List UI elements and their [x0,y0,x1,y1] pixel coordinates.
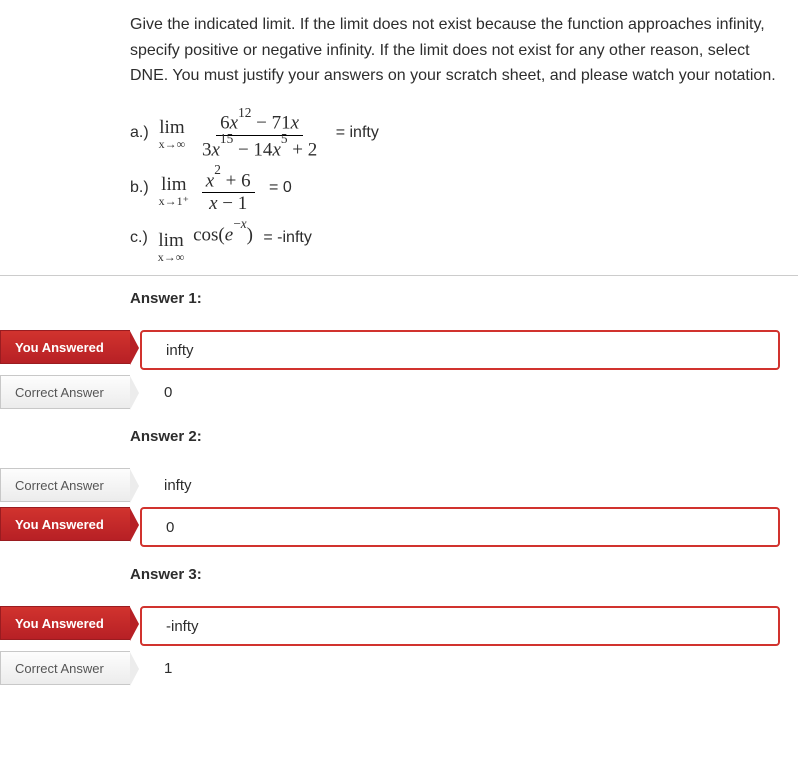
answer-1-correct-value: 0 [140,375,798,409]
part-c: c.) limx→∞ cos(e−x) = -infty [130,218,778,257]
answer-1-heading: Answer 1: [130,290,778,307]
question-prompt: Give the indicated limit. If the limit d… [130,12,778,89]
you-answered-tag: You Answered [0,606,130,640]
correct-answer-tag: Correct Answer [0,375,130,409]
you-answered-tag: You Answered [0,507,130,541]
answer-3-correct-value: 1 [140,651,798,685]
quiz-question-container: Give the indicated limit. If the limit d… [0,0,798,690]
part-b: b.) limx→1⁺ x2 + 6x − 1 = 0 [130,164,778,212]
answer-3-your-row: You Answered -infty [0,606,798,646]
part-b-given: = 0 [265,175,292,201]
answer-1-correct-row: Correct Answer 0 [0,375,798,409]
answer-2-correct-value: infty [140,468,798,502]
part-a: a.) limx→∞ 6x12 − 71x3x15 − 14x5 + 2 = i… [130,107,778,158]
part-a-math: limx→∞ 6x12 − 71x3x15 − 14x5 + 2 [155,107,326,158]
part-c-given: = -infty [259,225,312,251]
answer-2-correct-row: Correct Answer infty [0,468,798,502]
part-a-label: a.) [130,120,149,146]
part-a-given: = infty [331,120,379,146]
part-b-label: b.) [130,175,149,201]
answer-3-heading: Answer 3: [130,566,778,583]
part-c-label: c.) [130,225,148,251]
answer-1-your-row: You Answered infty [0,330,798,370]
question-stem: Give the indicated limit. If the limit d… [0,0,798,275]
correct-answer-tag: Correct Answer [0,468,130,502]
answer-2-heading: Answer 2: [130,428,778,445]
answers-area: Answer 1: You Answered infty Correct Ans… [0,275,798,690]
answer-1-your-value: infty [140,330,780,370]
you-answered-tag: You Answered [0,330,130,364]
question-parts: a.) limx→∞ 6x12 − 71x3x15 − 14x5 + 2 = i… [130,107,778,257]
answer-3-correct-row: Correct Answer 1 [0,651,798,685]
answer-2-your-value: 0 [140,507,780,547]
part-b-math: limx→1⁺ x2 + 6x − 1 [155,164,259,212]
answer-3-your-value: -infty [140,606,780,646]
answer-2-your-row: You Answered 0 [0,507,798,547]
correct-answer-tag: Correct Answer [0,651,130,685]
part-c-math: limx→∞ cos(e−x) [154,218,253,257]
